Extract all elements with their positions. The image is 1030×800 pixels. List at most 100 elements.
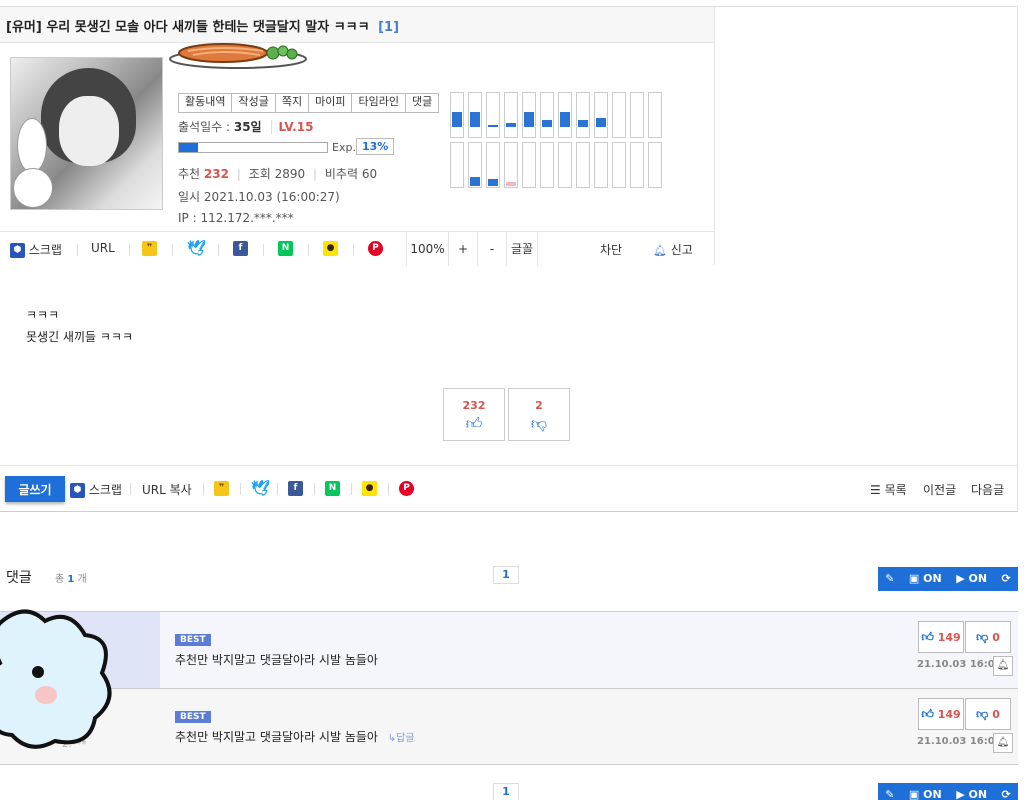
upvote-button[interactable]: 232 👍︎ — [443, 388, 505, 441]
report-bell-icon[interactable]: 🔔︎ — [993, 733, 1013, 753]
prev-post-button[interactable]: 이전글 — [923, 481, 956, 498]
tab-comments[interactable]: 댓글 — [406, 94, 438, 112]
kakaostory-button[interactable]: ❞ — [142, 241, 157, 256]
report-bell-icon[interactable]: 🔔︎ — [993, 656, 1013, 676]
scrap-button[interactable]: ⬢ 스크랩 — [70, 481, 122, 498]
url-copy-button[interactable]: URL 복사 — [142, 481, 192, 498]
twitter-button[interactable]: 🕊 — [251, 481, 270, 496]
refresh-icon[interactable]: ⟳ — [1002, 567, 1011, 591]
best-badge: BEST — [175, 634, 211, 646]
pinterest-button[interactable]: P — [368, 241, 383, 256]
zoom-out-button[interactable]: - — [477, 232, 506, 266]
naver-button[interactable]: N — [278, 241, 293, 256]
activity-fill — [488, 179, 498, 186]
date-label: 일시 — [178, 190, 201, 204]
scrap-button[interactable]: ⬢ 스크랩 — [10, 241, 62, 258]
block-button[interactable]: 차단 — [600, 241, 622, 258]
pinterest-button[interactable]: P — [399, 481, 414, 496]
zoom-level[interactable]: 100% — [406, 232, 448, 266]
naver-button[interactable]: N — [325, 481, 340, 496]
activity-cell — [558, 92, 572, 138]
post-title: [유머] 우리 못생긴 모솔 아다 새끼들 한테는 댓글달지 말자 ㅋㅋㅋ [1… — [6, 16, 399, 35]
activity-fill — [506, 182, 516, 186]
kakaotalk-icon: ● — [323, 241, 338, 256]
image-toggle-label: ON — [923, 788, 942, 800]
comment-downvote-button[interactable]: 👎︎ 0 — [965, 621, 1011, 653]
write-button[interactable]: 글쓰기 — [5, 476, 65, 502]
thumbs-down-icon: 👎︎ — [530, 414, 548, 433]
page-number[interactable]: 1 — [493, 566, 519, 584]
reply-link[interactable]: ↳답글 — [388, 733, 415, 744]
write-comment-icon[interactable]: ✎ — [885, 783, 894, 800]
activity-cell — [594, 142, 608, 188]
separator — [172, 244, 173, 256]
scrap-label: 스크랩 — [88, 483, 122, 497]
write-comment-icon[interactable]: ✎ — [885, 567, 894, 591]
downvote-count: 2 — [535, 399, 543, 412]
facebook-button[interactable]: f — [233, 241, 248, 256]
report-button[interactable]: 🔔︎ 신고 — [653, 241, 693, 258]
kakaostory-icon: ❞ — [214, 481, 229, 496]
facebook-button[interactable]: f — [288, 481, 303, 496]
separator — [240, 483, 241, 495]
post-header: [유머] 우리 못생긴 모솔 아다 새끼들 한테는 댓글달지 말자 ㅋㅋㅋ [1… — [0, 6, 1018, 266]
pinterest-icon: P — [399, 481, 414, 496]
activity-cell — [630, 142, 644, 188]
reply-label: 답글 — [396, 733, 415, 744]
content-line: 못생긴 새끼들 ㅋㅋㅋ — [26, 330, 133, 344]
activity-cell — [558, 142, 572, 188]
comment-tools: ✎ ▣ ON ▶ ON ⟳ — [878, 567, 1018, 591]
divider — [0, 764, 1018, 765]
font-button[interactable]: 글꼴 — [506, 232, 538, 266]
comment-downvotes: 0 — [992, 708, 1000, 721]
zoom-in-button[interactable]: + — [448, 232, 477, 266]
video-toggle[interactable]: ▶ ON — [956, 567, 987, 591]
comment-tools: ✎ ▣ ON ▶ ON ⟳ — [878, 783, 1018, 800]
comment-upvote-button[interactable]: 👍︎ 149 — [918, 698, 964, 730]
video-icon: ▶ — [956, 572, 965, 585]
thumbs-down-icon: 👎︎ — [976, 707, 989, 721]
kakaotalk-button[interactable]: ● — [323, 241, 338, 256]
tab-activity[interactable]: 활동내역 — [179, 94, 233, 112]
comment-count-badge[interactable]: [1] — [378, 20, 399, 35]
list-button[interactable]: ☰ 목록 — [870, 481, 907, 498]
image-toggle[interactable]: ▣ ON — [909, 783, 942, 800]
url-button[interactable]: URL — [91, 241, 115, 255]
comment-row: 2.*** BEST 추천만 박지말고 댓글달아라 시발 놈들아 ↳답글 👍︎ … — [0, 688, 1018, 765]
exp-label: Exp. — [332, 141, 356, 154]
image-icon: ▣ — [908, 572, 920, 585]
separator: | — [312, 167, 318, 181]
exp-fill — [179, 143, 199, 152]
tab-message[interactable]: 쪽지 — [276, 94, 310, 112]
video-toggle[interactable]: ▶ ON — [956, 783, 987, 800]
kakaotalk-button[interactable]: ● — [362, 481, 377, 496]
twitter-button[interactable]: 🕊 — [187, 241, 206, 256]
kakaostory-button[interactable]: ❞ — [214, 481, 229, 496]
refresh-icon[interactable]: ⟳ — [1002, 783, 1011, 800]
video-icon: ▶ — [956, 788, 965, 800]
activity-cell — [504, 92, 518, 138]
divider — [714, 7, 715, 265]
comment-upvote-button[interactable]: 👍︎ 149 — [918, 621, 964, 653]
thumbs-up-icon: 👍︎ — [921, 707, 934, 721]
tab-posts[interactable]: 작성글 — [232, 94, 276, 112]
views-value: 2890 — [274, 167, 306, 181]
total-value: 1 — [67, 574, 75, 585]
page-number[interactable]: 1 — [493, 783, 519, 800]
comment-text: 추천만 박지말고 댓글달아라 시발 놈들아 ↳답글 — [175, 728, 415, 745]
next-post-button[interactable]: 다음글 — [971, 481, 1004, 498]
report-label: 신고 — [670, 243, 693, 257]
tab-timeline[interactable]: 타임라인 — [352, 94, 406, 112]
comment-downvote-button[interactable]: 👎︎ 0 — [965, 698, 1011, 730]
downvote-button[interactable]: 2 👎︎ — [508, 388, 570, 441]
activity-cell — [468, 92, 482, 138]
separator — [314, 483, 315, 495]
comment-upvotes: 149 — [937, 708, 961, 721]
image-toggle[interactable]: ▣ ON — [909, 567, 942, 591]
separator — [77, 244, 78, 256]
list-icon: ☰ — [870, 483, 881, 497]
scrap-icon: ⬢ — [70, 483, 85, 498]
activity-cell — [486, 142, 500, 188]
tab-mypi[interactable]: 마이피 — [309, 94, 353, 112]
avatar[interactable] — [10, 57, 163, 210]
